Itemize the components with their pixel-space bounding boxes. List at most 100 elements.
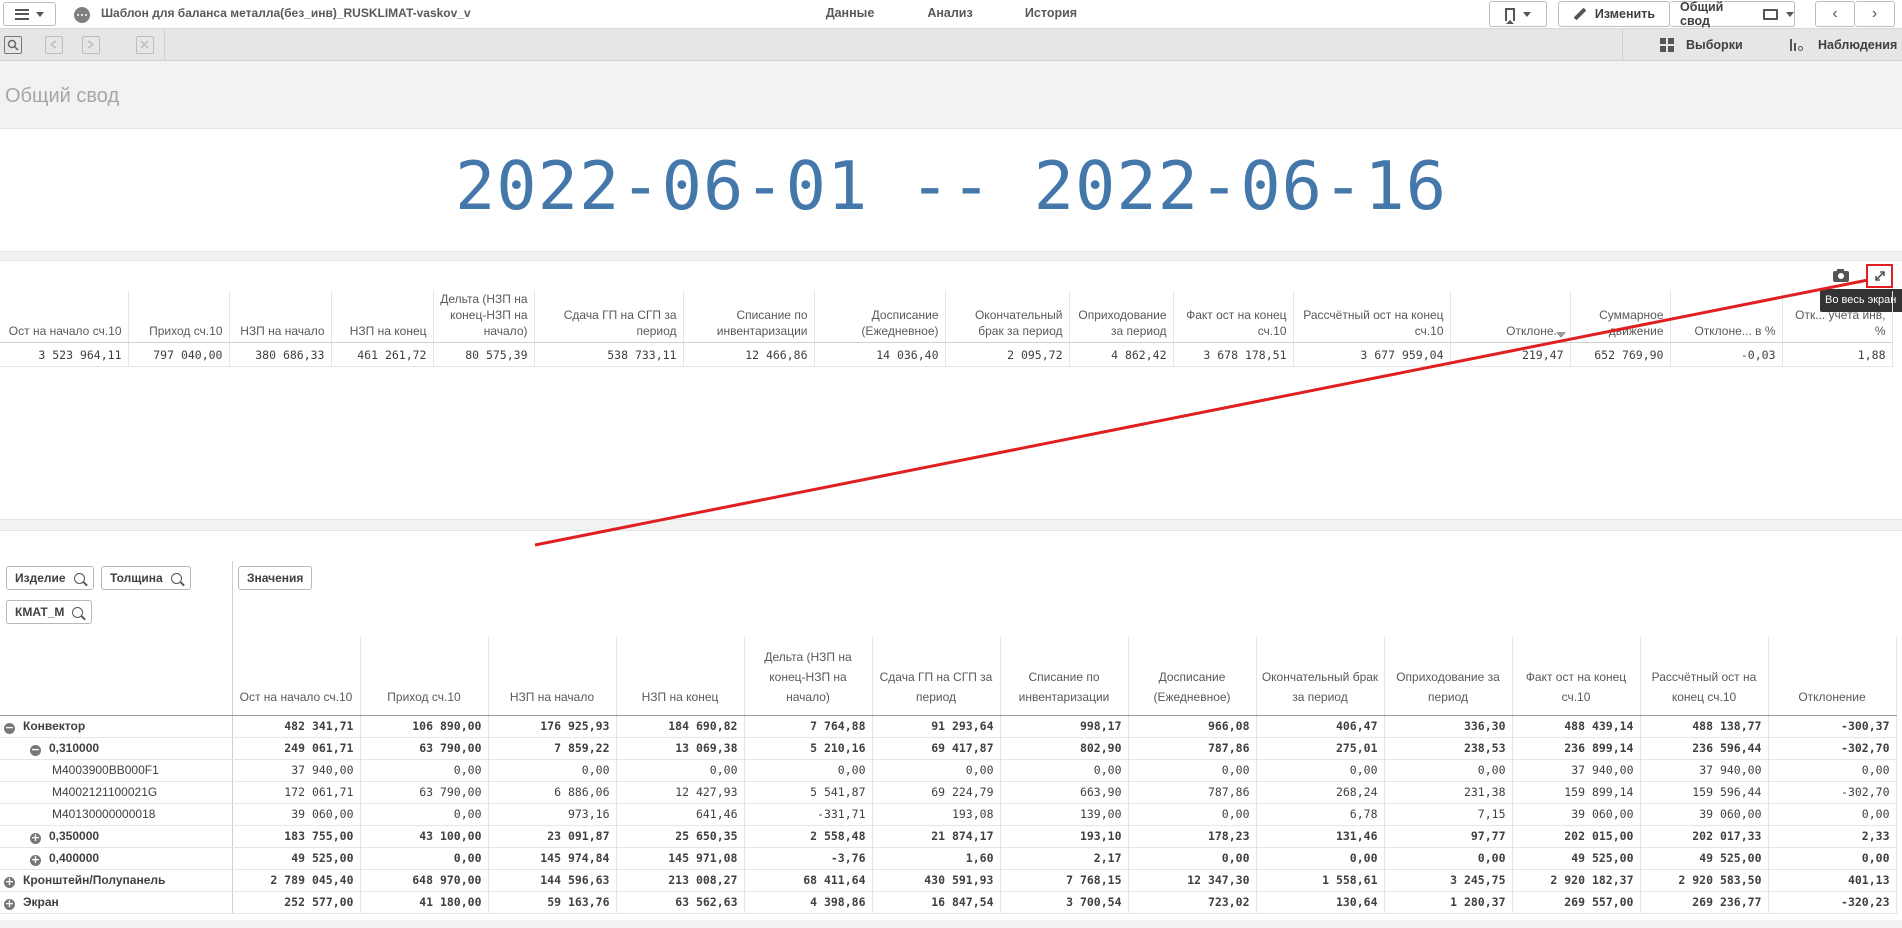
table-cell[interactable]: 2,33 [1768, 825, 1897, 848]
column-header[interactable]: Ост на начало сч.10 [0, 291, 129, 343]
table-row[interactable]: +0,350000 183 755,00 43 100,00 23 091,87 25 … [0, 825, 1897, 848]
table-cell[interactable]: 139,00 [1000, 803, 1129, 826]
table-cell[interactable]: 39 060,00 [1640, 803, 1769, 826]
selections-panel-button[interactable]: Выборки [1660, 29, 1743, 61]
table-cell[interactable]: 12 427,93 [616, 781, 745, 804]
table-cell[interactable]: 25 650,35 [616, 825, 745, 848]
row-label[interactable]: M4002121100021G [0, 781, 233, 804]
table-cell[interactable]: 2 789 045,40 [232, 869, 361, 892]
column-header[interactable]: Списание по инвентаризации [683, 291, 815, 343]
table-cell[interactable]: 183 755,00 [232, 825, 361, 848]
table-cell[interactable]: 131,46 [1256, 825, 1385, 848]
table-cell[interactable]: 39 060,00 [1512, 803, 1641, 826]
table-row[interactable]: M40130000000018 39 060,00 0,00 973,16 641,46… [0, 803, 1897, 826]
table-cell[interactable]: 0,00 [1384, 759, 1513, 782]
table-cell[interactable]: 797 040,00 [128, 342, 230, 367]
table-cell[interactable]: 3 523 964,11 [0, 342, 129, 367]
kpi-object[interactable]: 2022-06-01 -- 2022-06-16 [0, 128, 1902, 252]
table-cell[interactable]: 7 768,15 [1000, 869, 1129, 892]
row-label[interactable]: − Конвектор [0, 714, 233, 738]
table-cell[interactable]: -320,23 [1768, 891, 1897, 914]
table-row[interactable]: − Конвектор 482 341,71 106 890,00 176 925,93… [0, 714, 1897, 738]
table-cell[interactable]: 0,00 [616, 759, 745, 782]
column-header[interactable]: Ост на начало сч.10 [232, 637, 361, 716]
table-cell[interactable]: -331,71 [744, 803, 873, 826]
table-cell[interactable]: 172 061,71 [232, 781, 361, 804]
table-row[interactable]: +0,400000 49 525,00 0,00 145 974,84 145 971,… [0, 847, 1897, 870]
column-header[interactable]: НЗП на начало [488, 637, 617, 716]
table-cell[interactable]: 538 733,11 [534, 342, 684, 367]
row-label[interactable]: + Кронштейн/Полупанель [0, 869, 233, 892]
column-header[interactable]: Дельта (НЗП на конец-НЗП на начало) [433, 291, 535, 343]
table-cell[interactable]: 0,00 [1768, 803, 1897, 826]
column-header[interactable]: Факт ост на конец сч.10 [1512, 637, 1641, 716]
table-cell[interactable]: 59 163,76 [488, 891, 617, 914]
table-cell[interactable]: 5 210,16 [744, 737, 873, 760]
table-cell[interactable]: 63 790,00 [360, 781, 489, 804]
table-cell[interactable]: 6,78 [1256, 803, 1385, 826]
search-icon[interactable] [72, 606, 84, 618]
table-cell[interactable]: 1 558,61 [1256, 869, 1385, 892]
column-header[interactable]: НЗП на конец [331, 291, 434, 343]
column-header[interactable]: Рассчётный ост на конец сч.10 [1293, 291, 1451, 343]
app-options-icon[interactable] [74, 7, 90, 23]
table-cell[interactable]: 7 859,22 [488, 737, 617, 760]
table-cell[interactable]: 1,88 [1782, 342, 1893, 367]
table-cell[interactable]: 3 678 178,51 [1173, 342, 1294, 367]
edit-button[interactable]: Изменить [1558, 1, 1670, 27]
dimension-chip-kmat[interactable]: КМАТ_М [6, 600, 93, 624]
table-cell[interactable]: 144 596,63 [488, 869, 617, 892]
table-cell[interactable]: 16 847,54 [872, 891, 1001, 914]
column-header[interactable]: Приход сч.10 [360, 637, 489, 716]
table-cell[interactable]: 37 940,00 [1512, 759, 1641, 782]
insights-panel-button[interactable]: Наблюдения [1790, 29, 1897, 61]
table-cell[interactable]: 63 562,63 [616, 891, 745, 914]
column-header[interactable]: Рассчётный ост на конец сч.10 [1640, 637, 1769, 716]
table-cell[interactable]: 49 525,00 [1640, 847, 1769, 870]
column-header[interactable]: Окончательный брак за период [945, 291, 1070, 343]
table-cell[interactable]: 2 920 583,50 [1640, 869, 1769, 892]
row-label[interactable]: M4003900BB000F1 [0, 759, 233, 782]
table-cell[interactable]: 159 596,44 [1640, 781, 1769, 804]
column-header[interactable]: Отклонение [1768, 637, 1897, 716]
table-cell[interactable]: 0,00 [1256, 847, 1385, 870]
tab-data[interactable]: Данные [808, 0, 892, 32]
table-cell[interactable]: 2,17 [1000, 847, 1129, 870]
table-cell[interactable]: 430 591,93 [872, 869, 1001, 892]
table-row[interactable]: −0,310000 249 061,71 63 790,00 7 859,22 13 0… [0, 737, 1897, 760]
table-cell[interactable]: 178,23 [1128, 825, 1257, 848]
table-cell[interactable]: 0,00 [1768, 847, 1897, 870]
table-cell[interactable]: 80 575,39 [433, 342, 535, 367]
table-cell[interactable]: 69 417,87 [872, 737, 1001, 760]
table-cell[interactable]: 482 341,71 [232, 714, 361, 738]
table-cell[interactable]: 231,38 [1384, 781, 1513, 804]
table-cell[interactable]: 0,00 [488, 759, 617, 782]
smart-search-icon[interactable] [4, 36, 22, 54]
table-cell[interactable]: 21 874,17 [872, 825, 1001, 848]
table-cell[interactable]: 159 899,14 [1512, 781, 1641, 804]
table-cell[interactable]: 219,47 [1450, 342, 1571, 367]
table-cell[interactable]: 401,13 [1768, 869, 1897, 892]
column-header[interactable]: Досписание (Ежедневное) [814, 291, 946, 343]
column-header[interactable]: Дельта (НЗП на конец-НЗП на начало) [744, 637, 873, 716]
sheet-selector[interactable]: Общий свод [1670, 0, 1795, 28]
table-cell[interactable]: 41 180,00 [360, 891, 489, 914]
search-icon[interactable] [170, 572, 182, 584]
table-cell[interactable]: 130,64 [1256, 891, 1385, 914]
table-cell[interactable]: 4 398,86 [744, 891, 873, 914]
table-cell[interactable]: -302,70 [1768, 781, 1897, 804]
table-cell[interactable]: 5 541,87 [744, 781, 873, 804]
table-cell[interactable]: 3 700,54 [1000, 891, 1129, 914]
table-cell[interactable]: 49 525,00 [1512, 847, 1641, 870]
collapse-icon[interactable]: − [30, 744, 41, 756]
table-cell[interactable]: 0,00 [1768, 759, 1897, 782]
table-cell[interactable]: 0,00 [744, 759, 873, 782]
row-label[interactable]: −0,310000 [0, 737, 233, 760]
table-cell[interactable]: 0,00 [1128, 759, 1257, 782]
table-cell[interactable]: 652 769,90 [1570, 342, 1671, 367]
table-cell[interactable]: 14 036,40 [814, 342, 946, 367]
table-cell[interactable]: 202 017,33 [1640, 825, 1769, 848]
table-row[interactable]: 3 523 964,11 797 040,00 380 686,33 461 261,… [0, 342, 1893, 367]
column-header[interactable]: Оприходование за период [1384, 637, 1513, 716]
column-header[interactable]: Отклоне... [1450, 291, 1571, 343]
